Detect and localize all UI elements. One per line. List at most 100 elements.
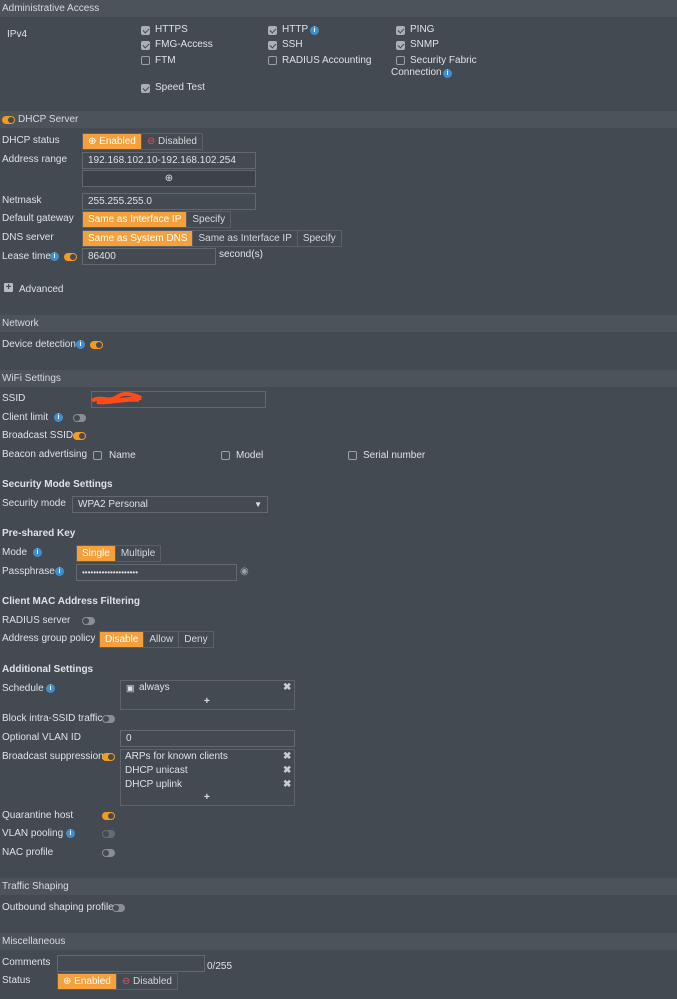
chevron-down-icon: ▼ [254, 500, 262, 509]
security-mode-value: WPA2 Personal [78, 499, 148, 510]
gateway-same-as-interface[interactable]: Same as Interface IP [83, 212, 188, 227]
pre-shared-key-heading: Pre-shared Key [2, 528, 76, 539]
vlan-pooling-toggle[interactable] [102, 830, 115, 838]
dns-specify[interactable]: Specify [298, 231, 341, 246]
vlan-id-label: Optional VLAN ID [2, 732, 81, 743]
lease-time-input[interactable]: 86400 [82, 248, 216, 265]
remove-icon[interactable]: ✖ [283, 751, 291, 762]
status-segment[interactable]: ⊕ Enabled ⊖ Disabled [57, 973, 178, 990]
bcast-item: ARPs for known clients [125, 751, 228, 762]
info-icon[interactable]: i [310, 26, 319, 35]
quarantine-host-label: Quarantine host [2, 810, 74, 821]
broadcast-suppression-toggle[interactable] [102, 753, 115, 761]
info-icon[interactable]: i [46, 684, 55, 693]
outbound-shaping-toggle[interactable] [112, 904, 125, 912]
psk-mode-label: Mode [2, 547, 28, 558]
comments-count: 0/255 [207, 961, 233, 972]
ssid-input[interactable] [90, 391, 266, 408]
add-range-button[interactable]: ⊕ [82, 170, 256, 187]
vlan-pooling-label: VLAN pooling [2, 828, 64, 839]
mac-filtering-heading: Client MAC Address Filtering [2, 596, 140, 607]
info-icon[interactable]: i [76, 340, 85, 349]
add-bcast-button[interactable]: + [204, 792, 210, 804]
ftm-checkbox[interactable] [141, 56, 150, 65]
info-icon[interactable]: i [55, 567, 64, 576]
gateway-segment[interactable]: Same as Interface IP Specify [82, 211, 232, 228]
lease-time-toggle[interactable] [64, 253, 77, 261]
add-schedule-button[interactable]: + [204, 696, 210, 708]
status-enabled-button[interactable]: ⊕ Enabled [58, 974, 117, 989]
nac-profile-toggle[interactable] [102, 849, 115, 857]
advanced-toggle[interactable]: Advanced [19, 284, 63, 296]
beacon-model-checkbox[interactable] [221, 451, 230, 460]
info-icon[interactable]: i [50, 252, 59, 261]
https-checkbox[interactable] [141, 26, 150, 35]
address-range-input[interactable]: 192.168.102.10-192.168.102.254 [82, 152, 256, 169]
ssid-label: SSID [2, 393, 26, 404]
snmp-label: SNMP [410, 39, 439, 50]
info-icon[interactable]: i [443, 69, 452, 78]
dns-segment[interactable]: Same as System DNS Same as Interface IP … [82, 230, 342, 247]
policy-allow[interactable]: Allow [144, 632, 180, 647]
section-wifi-settings: WiFi Settings [0, 370, 677, 387]
address-group-policy-label: Address group policy [2, 633, 96, 644]
https-label: HTTPS [155, 24, 188, 35]
psk-single[interactable]: Single [77, 546, 116, 561]
fmg-access-checkbox[interactable] [141, 41, 150, 50]
ping-label: PING [410, 24, 435, 35]
block-intra-ssid-toggle[interactable] [102, 715, 115, 723]
beacon-serial-checkbox[interactable] [348, 451, 357, 460]
ssh-checkbox[interactable] [268, 41, 277, 50]
passphrase-input[interactable]: •••••••••••••••••••• [76, 564, 237, 581]
psk-multiple[interactable]: Multiple [116, 546, 160, 561]
lease-time-label: Lease time [2, 251, 51, 262]
dns-same-as-interface[interactable]: Same as Interface IP [193, 231, 298, 246]
comments-textarea[interactable] [57, 955, 205, 972]
nac-profile-label: NAC profile [2, 847, 54, 858]
dhcp-server-toggle[interactable] [2, 116, 15, 124]
remove-icon[interactable]: ✖ [283, 779, 291, 790]
beacon-name-checkbox[interactable] [93, 451, 102, 460]
schedule-icon: ▣ [126, 683, 135, 693]
broadcast-suppression-label: Broadcast suppression [2, 751, 104, 762]
vlan-id-input[interactable]: 0 [120, 730, 295, 747]
gateway-specify[interactable]: Specify [187, 212, 230, 227]
eye-icon[interactable]: ◉ [240, 566, 249, 578]
info-icon[interactable]: i [66, 829, 75, 838]
schedule-label: Schedule [2, 683, 44, 694]
psk-mode-segment[interactable]: Single Multiple [76, 545, 162, 562]
quarantine-host-toggle[interactable] [102, 812, 115, 820]
security-fabric-checkbox[interactable] [396, 56, 405, 65]
broadcast-ssid-toggle[interactable] [73, 432, 86, 440]
outbound-shaping-label: Outbound shaping profile [2, 902, 114, 913]
netmask-input[interactable]: 255.255.255.0 [82, 193, 256, 210]
plus-icon[interactable]: + [4, 283, 13, 293]
device-detection-toggle[interactable] [90, 341, 103, 349]
disabled-button[interactable]: ⊖ Disabled [142, 134, 202, 149]
radius-accounting-checkbox[interactable] [268, 56, 277, 65]
client-limit-toggle[interactable] [73, 414, 86, 422]
device-detection-label: Device detection [2, 339, 76, 350]
status-label: Status [2, 975, 31, 986]
policy-deny[interactable]: Deny [179, 632, 212, 647]
remove-icon[interactable]: ✖ [283, 765, 291, 776]
radius-server-toggle[interactable] [82, 617, 95, 625]
info-icon[interactable]: i [33, 548, 42, 557]
http-checkbox[interactable] [268, 26, 277, 35]
policy-disable[interactable]: Disable [100, 632, 145, 647]
security-mode-select[interactable]: WPA2 Personal ▼ [72, 496, 268, 513]
status-disabled-button[interactable]: ⊖ Disabled [117, 974, 177, 989]
snmp-checkbox[interactable] [396, 41, 405, 50]
info-icon[interactable]: i [54, 413, 63, 422]
ftm-label: FTM [155, 55, 176, 66]
ping-checkbox[interactable] [396, 26, 405, 35]
policy-segment[interactable]: Disable Allow Deny [99, 631, 214, 648]
enabled-button[interactable]: ⊕ Enabled [83, 134, 142, 149]
ipv4-label: IPv4 [7, 29, 28, 40]
remove-icon[interactable]: ✖ [283, 682, 291, 693]
dns-same-as-system[interactable]: Same as System DNS [83, 231, 194, 246]
speed-test-checkbox[interactable] [141, 84, 150, 93]
address-range-label: Address range [2, 154, 68, 165]
section-traffic-shaping: Traffic Shaping [0, 878, 677, 895]
dhcp-status-segment[interactable]: ⊕ Enabled ⊖ Disabled [82, 133, 203, 150]
